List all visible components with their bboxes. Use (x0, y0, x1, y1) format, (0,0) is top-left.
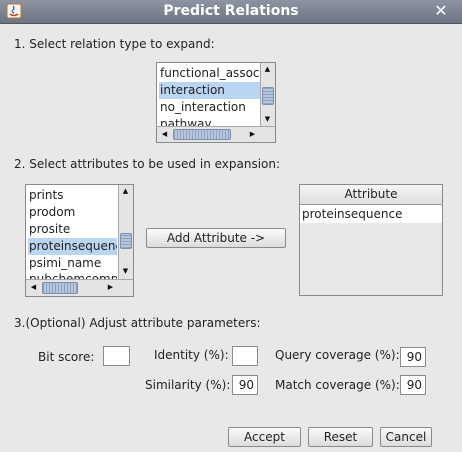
list-item[interactable]: prosite (28, 221, 117, 238)
scroll-left-icon[interactable]: ◀ (158, 128, 171, 141)
list-item[interactable]: interaction (159, 82, 260, 99)
horizontal-scrollbar[interactable]: ◀ ▶ (26, 279, 133, 296)
scroll-left-icon[interactable]: ◀ (27, 281, 40, 294)
bit-score-field[interactable] (103, 346, 130, 366)
query-coverage-field[interactable]: 90 (400, 347, 426, 367)
table-row[interactable]: proteinsequence (300, 205, 442, 223)
attributes-label: 2. Select attributes to be used in expan… (14, 157, 281, 171)
list-item[interactable]: prodom (28, 204, 117, 221)
attribute-column-header[interactable]: Attribute (300, 185, 442, 205)
vertical-scrollbar[interactable]: ▲ ▼ (118, 185, 133, 279)
close-icon[interactable]: ✕ (432, 2, 450, 20)
query-coverage-label: Query coverage (%): (275, 348, 400, 362)
list-item[interactable]: psimi_name (28, 255, 117, 272)
vertical-scrollbar[interactable]: ▲ ▼ (260, 63, 275, 126)
add-attribute-button[interactable]: Add Attribute -> (146, 228, 286, 248)
identity-field[interactable] (232, 346, 258, 366)
similarity-field[interactable]: 90 (232, 375, 258, 395)
attribute-table[interactable]: Attribute proteinsequence (299, 184, 443, 296)
match-coverage-field[interactable]: 90 (400, 375, 426, 395)
list-item[interactable]: functional_associa (159, 65, 260, 82)
scroll-up-icon[interactable]: ▲ (261, 63, 274, 76)
predict-relations-dialog: Predict Relations ✕ 1. Select relation t… (0, 0, 462, 452)
identity-label: Identity (%): (154, 348, 229, 362)
list-item[interactable]: pubchemcompo (28, 272, 117, 279)
scroll-right-icon[interactable]: ▶ (246, 128, 259, 141)
window-title: Predict Relations (163, 3, 299, 19)
scroll-right-icon[interactable]: ▶ (104, 281, 117, 294)
scroll-thumb[interactable] (262, 87, 274, 105)
parameters-label: 3.(Optional) Adjust attribute parameters… (14, 316, 261, 330)
scroll-up-icon[interactable]: ▲ (119, 185, 132, 198)
list-item[interactable]: prints (28, 187, 117, 204)
accept-button[interactable]: Accept (228, 427, 301, 447)
scroll-thumb[interactable] (42, 282, 78, 294)
horizontal-scrollbar[interactable]: ◀ ▶ (157, 126, 275, 142)
scroll-down-icon[interactable]: ▼ (119, 265, 132, 278)
scroll-thumb[interactable] (120, 233, 132, 249)
reset-button[interactable]: Reset (308, 427, 373, 447)
scroll-down-icon[interactable]: ▼ (261, 113, 274, 126)
title-bar[interactable]: Predict Relations ✕ (0, 0, 462, 24)
relation-type-label: 1. Select relation type to expand: (14, 37, 215, 51)
scroll-thumb[interactable] (173, 129, 231, 140)
similarity-label: Similarity (%): (145, 378, 231, 392)
cancel-button[interactable]: Cancel (380, 427, 432, 447)
relation-type-list[interactable]: functional_associa interaction no_intera… (156, 62, 276, 143)
attribute-list[interactable]: prints prodom prosite proteinsequence ps… (25, 184, 134, 297)
list-item[interactable]: no_interaction (159, 99, 260, 116)
bit-score-label: Bit score: (38, 350, 95, 364)
list-item[interactable]: proteinsequence (28, 238, 117, 255)
match-coverage-label: Match coverage (%): (275, 378, 400, 392)
